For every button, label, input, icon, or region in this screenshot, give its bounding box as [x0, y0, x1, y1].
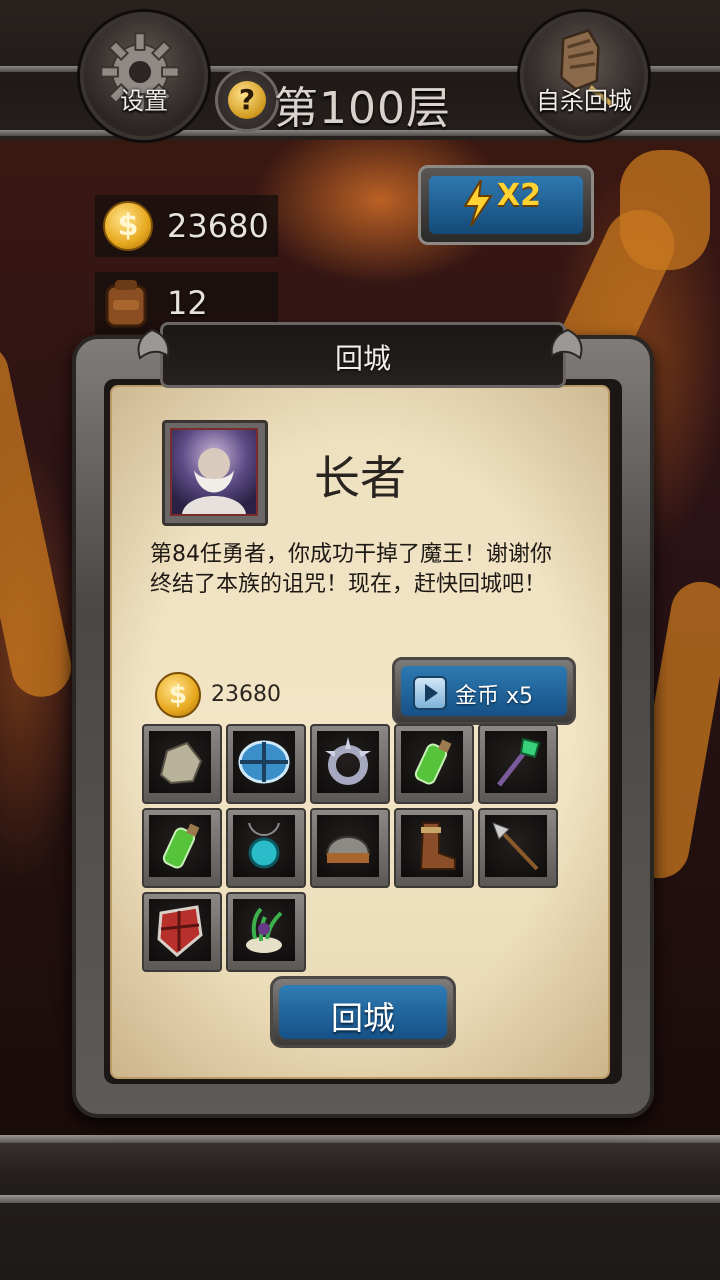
- red-shield-icon: [157, 905, 203, 957]
- gold-counter: $ 23680: [95, 195, 278, 257]
- item-slot[interactable]: [226, 892, 306, 972]
- green-potion-icon: [162, 823, 200, 869]
- lava-stream: [0, 337, 77, 703]
- item-slot[interactable]: [226, 724, 306, 804]
- item-slot[interactable]: [226, 808, 306, 888]
- speed-label: X2: [497, 178, 542, 213]
- emerald-staff-icon: [497, 737, 541, 787]
- spear-icon: [492, 822, 539, 871]
- ore-chunk-icon: [159, 741, 203, 785]
- coin-icon: $: [103, 201, 153, 251]
- blue-shield-icon: [238, 740, 290, 784]
- herb-bundle-icon: [246, 907, 283, 953]
- npc-name: 长者: [314, 451, 406, 505]
- item-slot[interactable]: [394, 724, 474, 804]
- item-slot[interactable]: [310, 808, 390, 888]
- lava-stream: [620, 150, 710, 270]
- bag-value: 12: [167, 284, 208, 322]
- backpack-icon: [105, 280, 147, 328]
- item-slot[interactable]: [142, 724, 222, 804]
- floor-title: 第100层: [274, 83, 451, 134]
- help-icon: ?: [228, 81, 266, 119]
- speed-x2-button[interactable]: X2: [418, 165, 594, 245]
- item-slot[interactable]: [142, 808, 222, 888]
- ad-button-label: 金币 x5: [455, 684, 534, 709]
- item-slot[interactable]: [142, 892, 222, 972]
- suicide-return-label: 自杀回城: [536, 87, 632, 115]
- dialog-title: 回城: [334, 342, 391, 375]
- green-potion-icon: [414, 739, 452, 785]
- elder-face-icon: [182, 448, 246, 514]
- settings-label: 设置: [120, 87, 168, 115]
- gold-value: 23680: [167, 207, 269, 245]
- item-slot[interactable]: [478, 724, 558, 804]
- reward-gold-amount: 23680: [211, 682, 281, 707]
- elder-portrait: [162, 420, 268, 526]
- dialog-title-bar: 回城: [160, 322, 566, 388]
- play-icon: [413, 676, 447, 710]
- bottom-bar: [0, 1135, 720, 1280]
- return-button-label: 回城: [330, 999, 395, 1037]
- item-slot[interactable]: [478, 808, 558, 888]
- item-slot[interactable]: [394, 808, 474, 888]
- turquoise-amulet-icon: [248, 822, 280, 869]
- dialog-message: 第84任勇者，你成功干掉了魔王！谢谢你终结了本族的诅咒！现在，赶快回城吧！: [150, 542, 552, 597]
- settings-button[interactable]: 设置: [80, 12, 208, 140]
- item-slot[interactable]: [310, 724, 390, 804]
- suicide-return-button[interactable]: 自杀回城: [520, 12, 648, 140]
- coin-icon: $: [155, 672, 201, 718]
- watch-ad-gold-x5-button[interactable]: 金币 x5: [392, 657, 576, 725]
- leather-boot-icon: [419, 822, 456, 870]
- ornament-icon: [550, 328, 583, 360]
- return-to-town-button[interactable]: 回城: [270, 976, 456, 1048]
- help-button[interactable]: ?: [215, 68, 279, 132]
- lightning-icon: [463, 180, 493, 226]
- ornament-icon: [137, 328, 170, 360]
- spiked-ring-icon: [325, 737, 371, 785]
- iron-helmet-icon: [325, 836, 371, 863]
